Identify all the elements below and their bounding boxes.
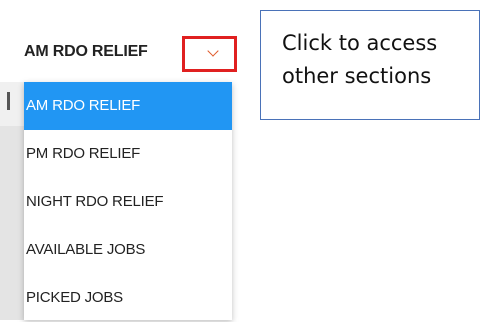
background-grey-area: [0, 126, 24, 320]
background-text-fragment: [7, 92, 10, 110]
callout-line-2: other sections: [282, 64, 432, 88]
chevron-down-icon: [207, 45, 219, 57]
dropdown-option-available-jobs[interactable]: AVAILABLE JOBS: [24, 226, 232, 274]
dropdown-option-pm-rdo-relief[interactable]: PM RDO RELIEF: [24, 130, 232, 178]
background-panel: [0, 82, 24, 320]
section-select-value[interactable]: AM RDO RELIEF: [24, 43, 148, 61]
callout-line-1: Click to access: [282, 31, 438, 55]
section-select-toggle-button[interactable]: [182, 36, 237, 72]
section-dropdown-menu: AM RDO RELIEF PM RDO RELIEF NIGHT RDO RE…: [24, 82, 232, 320]
dropdown-option-picked-jobs[interactable]: PICKED JOBS: [24, 274, 232, 322]
dropdown-option-am-rdo-relief[interactable]: AM RDO RELIEF: [24, 82, 232, 130]
instruction-callout: Click to access other sections: [260, 10, 480, 120]
dropdown-option-night-rdo-relief[interactable]: NIGHT RDO RELIEF: [24, 178, 232, 226]
